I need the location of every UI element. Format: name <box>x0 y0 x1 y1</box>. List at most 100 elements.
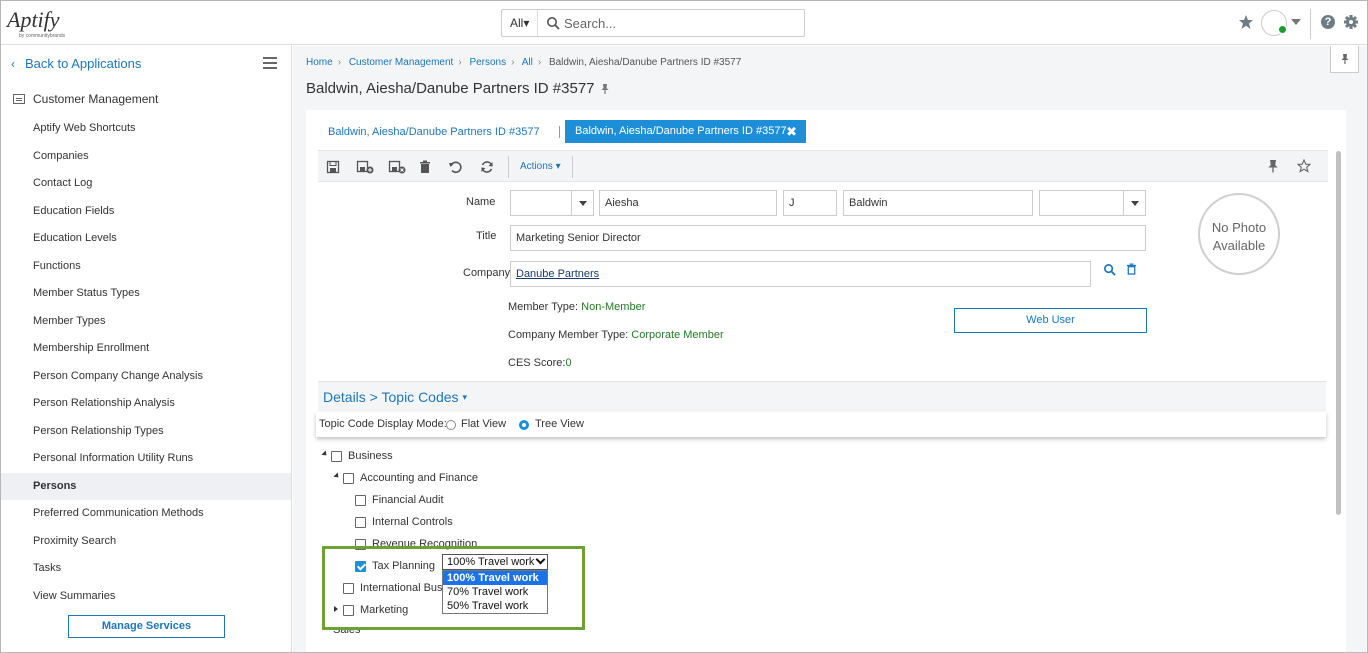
favorite-star-icon[interactable] <box>1297 159 1311 173</box>
no-photo-placeholder[interactable]: No Photo Available <box>1198 193 1280 275</box>
breadcrumb-persons[interactable]: Persons <box>469 57 506 68</box>
sidebar-item-membership-enrollment[interactable]: Membership Enrollment <box>1 335 291 363</box>
topic-checkbox[interactable] <box>343 473 354 484</box>
sidebar-item-proximity-search[interactable]: Proximity Search <box>1 528 291 556</box>
search-icon[interactable] <box>1103 263 1116 276</box>
tree-view-label[interactable]: Tree View <box>535 418 584 430</box>
travel-option-70[interactable]: 70% Travel work <box>443 585 547 599</box>
sidebar: ‹ Back to Applications Customer Managemen… <box>1 46 292 652</box>
flat-view-radio[interactable] <box>446 420 456 430</box>
details-title-label: Details > Topic Codes <box>323 389 459 405</box>
sidebar-item-person-company-change-analysis[interactable]: Person Company Change Analysis <box>1 363 291 391</box>
topic-financial-audit[interactable]: Financial Audit <box>372 494 444 508</box>
sidebar-section-title: Customer Management <box>13 92 158 106</box>
pin-icon[interactable] <box>1267 159 1279 173</box>
back-to-applications-link[interactable]: ‹ Back to Applications <box>11 56 141 71</box>
actions-menu[interactable]: Actions ▾ <box>520 161 561 172</box>
pin-panel-button[interactable] <box>1330 46 1359 73</box>
web-user-button[interactable]: Web User <box>954 308 1147 333</box>
name-prefix-select[interactable] <box>510 190 594 216</box>
sidebar-item-functions[interactable]: Functions <box>1 253 291 281</box>
hamburger-menu-icon[interactable] <box>263 57 277 69</box>
sidebar-item-member-types[interactable]: Member Types <box>1 308 291 336</box>
gear-icon[interactable] <box>1343 14 1359 30</box>
tab-divider <box>559 126 560 138</box>
refresh-icon[interactable] <box>480 160 494 174</box>
travel-option-50[interactable]: 50% Travel work <box>443 599 547 613</box>
breadcrumb-all[interactable]: All <box>522 57 533 68</box>
manage-services-button[interactable]: Manage Services <box>68 615 225 638</box>
tree-view-radio[interactable] <box>519 420 529 430</box>
topic-business[interactable]: Business <box>348 450 393 464</box>
ces-score-value: 0 <box>565 357 572 369</box>
chevron-down-icon <box>571 191 593 215</box>
chevron-down-icon <box>535 554 546 565</box>
sidebar-item-view-summaries[interactable]: View Summaries <box>1 583 291 611</box>
toolbar-divider <box>508 156 509 178</box>
last-name-field[interactable]: Baldwin <box>843 190 1033 216</box>
aptify-logo[interactable]: Aptify by communitybrands <box>7 7 77 39</box>
topic-accounting-finance[interactable]: Accounting and Finance <box>360 472 478 486</box>
sidebar-item-member-status-types[interactable]: Member Status Types <box>1 280 291 308</box>
topic-checkbox[interactable] <box>355 495 366 506</box>
record-toolbar: Actions ▾ <box>318 150 1328 182</box>
sidebar-item-personal-information-utility-runs[interactable]: Personal Information Utility Runs <box>1 445 291 473</box>
help-icon[interactable]: ? <box>1321 15 1335 29</box>
pin-icon[interactable] <box>599 83 611 95</box>
search-scope-dropdown[interactable]: All▾ <box>502 10 538 36</box>
breadcrumb-customer-management[interactable]: Customer Management <box>349 57 454 68</box>
title-label: Title <box>476 230 497 242</box>
company-member-type-value: Corporate Member <box>631 329 724 341</box>
undo-icon[interactable] <box>448 160 462 174</box>
company-link[interactable]: Danube Partners <box>516 268 599 280</box>
top-bar: Aptify by communitybrands All▾ ? <box>1 1 1367 45</box>
tab-record-active[interactable]: Baldwin, Aiesha/Danube Partners ID #3577… <box>565 120 806 143</box>
topic-checkbox[interactable] <box>355 517 366 528</box>
topic-internal-controls[interactable]: Internal Controls <box>372 516 453 530</box>
sidebar-item-persons[interactable]: Persons <box>1 472 291 500</box>
topbar-divider <box>1310 9 1311 39</box>
flat-view-label[interactable]: Flat View <box>461 418 506 430</box>
breadcrumb-home[interactable]: Home <box>306 57 333 68</box>
list-icon <box>13 94 25 104</box>
sidebar-item-companies[interactable]: Companies <box>1 143 291 171</box>
trash-icon[interactable] <box>418 160 432 174</box>
save-and-new-icon[interactable] <box>356 160 374 174</box>
details-topic-codes-menu[interactable]: Details > Topic Codes ▾ <box>323 389 467 405</box>
close-icon[interactable]: ✖ <box>786 120 797 143</box>
sidebar-item-education-levels[interactable]: Education Levels <box>1 225 291 253</box>
pin-icon <box>1341 54 1349 64</box>
sidebar-item-contact-log[interactable]: Contact Log <box>1 170 291 198</box>
favorites-star-icon[interactable] <box>1238 14 1254 30</box>
search-input[interactable] <box>564 12 794 34</box>
save-icon[interactable] <box>326 160 340 174</box>
sidebar-item-education-fields[interactable]: Education Fields <box>1 198 291 226</box>
search-icon <box>547 17 560 30</box>
sidebar-item-person-relationship-analysis[interactable]: Person Relationship Analysis <box>1 390 291 418</box>
member-type-value: Non-Member <box>581 301 646 313</box>
breadcrumb-current: Baldwin, Aiesha/Danube Partners ID #3577 <box>548 57 742 68</box>
sidebar-item-aptify-web-shortcuts[interactable]: Aptify Web Shortcuts <box>1 115 291 143</box>
middle-initial-field[interactable]: J <box>783 190 837 216</box>
sidebar-item-preferred-communication-methods[interactable]: Preferred Communication Methods <box>1 500 291 528</box>
member-type-label: Member Type: <box>508 301 582 313</box>
first-name-field[interactable]: Aiesha <box>599 190 777 216</box>
logo-text: Aptify <box>7 7 60 32</box>
scrollbar-thumb[interactable] <box>1336 151 1341 515</box>
company-member-type-row: Company Member Type: Corporate Member <box>508 329 724 341</box>
tab-record-inactive[interactable]: Baldwin, Aiesha/Danube Partners ID #3577 <box>328 126 540 138</box>
company-field[interactable]: Danube Partners <box>510 261 1091 287</box>
save-and-close-icon[interactable] <box>388 160 406 174</box>
display-mode-label: Topic Code Display Mode: <box>319 418 447 430</box>
travel-option-100[interactable]: 100% Travel work <box>443 571 547 585</box>
trash-icon[interactable] <box>1126 263 1137 275</box>
travel-work-select[interactable]: 100% Travel work <box>442 554 548 570</box>
title-field[interactable]: Marketing Senior Director <box>510 225 1146 251</box>
sidebar-item-person-relationship-types[interactable]: Person Relationship Types <box>1 418 291 446</box>
ces-score-row: CES Score:0 <box>508 357 572 369</box>
name-suffix-select[interactable] <box>1039 190 1146 216</box>
topic-checkbox[interactable] <box>331 451 342 462</box>
chevron-down-icon[interactable] <box>1291 19 1301 25</box>
online-status-dot <box>1278 25 1287 34</box>
sidebar-item-tasks[interactable]: Tasks <box>1 555 291 583</box>
